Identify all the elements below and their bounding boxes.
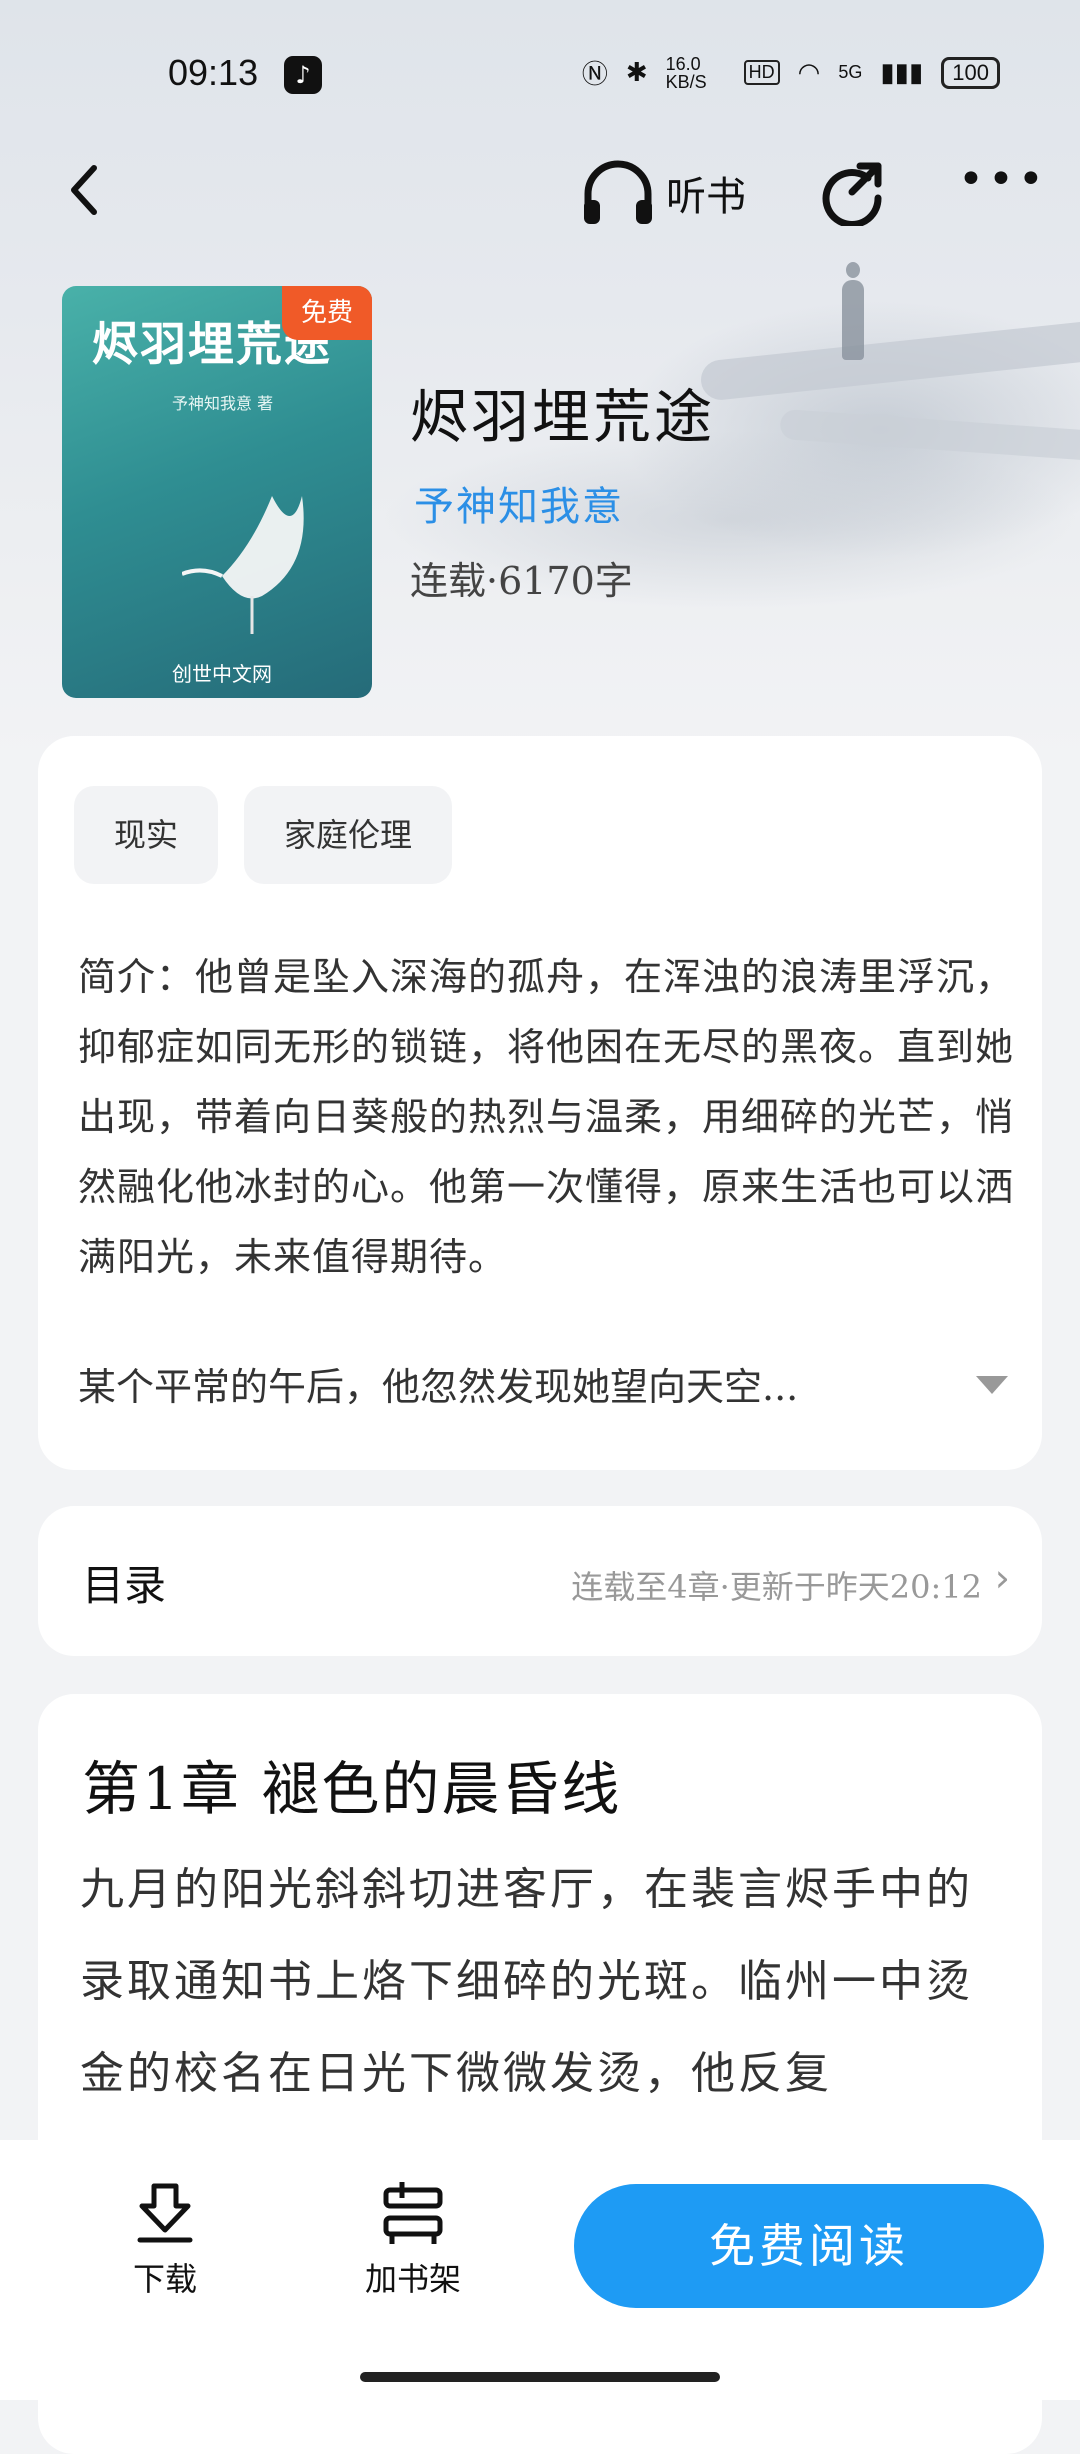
share-icon bbox=[822, 162, 882, 228]
battery-icon: 100 bbox=[941, 56, 1000, 89]
intro-card: 现实 家庭伦理 简介：他曾是坠入深海的孤舟，在浑浊的浪涛里浮沉，抑郁症如同无形的… bbox=[38, 736, 1042, 1470]
tiktok-icon: ♪ bbox=[284, 56, 322, 94]
status-time: 09:13 bbox=[168, 52, 259, 93]
more-dots-icon: ••• bbox=[958, 154, 1048, 205]
expand-arrow-icon[interactable] bbox=[976, 1376, 1008, 1394]
intro-text: 简介：他曾是坠入深海的孤舟，在浑浊的浪涛里浮沉，抑郁症如同无形的锁链，将他困在无… bbox=[78, 955, 1015, 1279]
network-speed: 16.0 KB/S bbox=[665, 53, 707, 92]
standing-figure-decoration bbox=[842, 262, 864, 360]
status-bar: 09:13 ♪ Ⓝ ✱ 16.0 KB/S HD ◠ 5G ▮▮▮ 100 bbox=[0, 40, 1080, 100]
cover-publisher-text: 创世中文网 bbox=[172, 662, 272, 686]
free-read-button[interactable]: 免费阅读 bbox=[574, 2184, 1044, 2308]
chevron-right-icon: › bbox=[994, 1556, 1010, 1600]
signal-icon: ▮▮▮ bbox=[880, 57, 924, 87]
egret-illustration bbox=[182, 496, 304, 634]
download-label: 下载 bbox=[132, 2260, 197, 2298]
bookshelf-icon bbox=[383, 2182, 443, 2244]
tag-item[interactable]: 现实 bbox=[74, 786, 219, 884]
book-author-link[interactable]: 予神知我意 bbox=[414, 474, 624, 532]
back-button[interactable] bbox=[60, 160, 110, 220]
headphones-icon bbox=[584, 160, 652, 224]
book-title: 烬羽埋荒途 bbox=[410, 383, 716, 451]
cover-author-text: 予神知我意 著 bbox=[172, 394, 274, 413]
intro-more-text: 某个平常的午后，他忽然发现她望向天空... bbox=[78, 1365, 799, 1409]
add-to-shelf-label: 加书架 bbox=[364, 2260, 461, 2298]
home-indicator[interactable] bbox=[360, 2372, 720, 2382]
add-to-shelf-button[interactable]: 加书架 bbox=[348, 2180, 478, 2300]
chevron-left-icon bbox=[71, 165, 97, 215]
listen-book-label: 听书 bbox=[666, 174, 746, 220]
download-icon bbox=[137, 2183, 193, 2243]
wifi-icon: ◠ bbox=[797, 57, 821, 87]
listen-book-button[interactable]: 听书 bbox=[580, 160, 746, 226]
chapter-body-text: 九月的阳光斜斜切进客厅，在裴言烬手中的录取通知书上烙下细碎的光斑。临州一中烫金的… bbox=[80, 1864, 973, 2099]
book-meta: 连载·6170字 bbox=[410, 559, 633, 603]
status-icons: Ⓝ ✱ 16.0 KB/S HD ◠ 5G ▮▮▮ 100 bbox=[582, 54, 1000, 91]
table-of-contents-row[interactable]: 目录 连载至4章·更新于昨天20:12 › bbox=[38, 1506, 1042, 1656]
toc-update-status: 连载至4章·更新于昨天20:12 bbox=[571, 1568, 982, 1606]
tag-item[interactable]: 家庭伦理 bbox=[244, 786, 453, 884]
free-badge: 免费 bbox=[282, 286, 372, 340]
tag-list: 现实 家庭伦理 bbox=[74, 786, 453, 884]
bluetooth-icon: ✱ bbox=[625, 57, 648, 87]
share-button[interactable] bbox=[820, 160, 886, 228]
network-type: 5G bbox=[838, 62, 863, 82]
download-button[interactable]: 下载 bbox=[110, 2180, 220, 2300]
hd-icon: HD bbox=[743, 60, 780, 85]
nfc-icon: Ⓝ bbox=[581, 59, 608, 89]
book-cover[interactable]: 烬羽埋荒途 予神知我意 著 免费 创世中文网 bbox=[62, 286, 372, 698]
bottom-action-bar: 下载 加书架 免费阅读 bbox=[0, 2140, 1080, 2400]
toc-title: 目录 bbox=[82, 1561, 167, 1610]
more-options-button[interactable]: ••• bbox=[958, 158, 1044, 220]
chapter-title: 第1章 褪色的晨昏线 bbox=[82, 1755, 622, 1823]
